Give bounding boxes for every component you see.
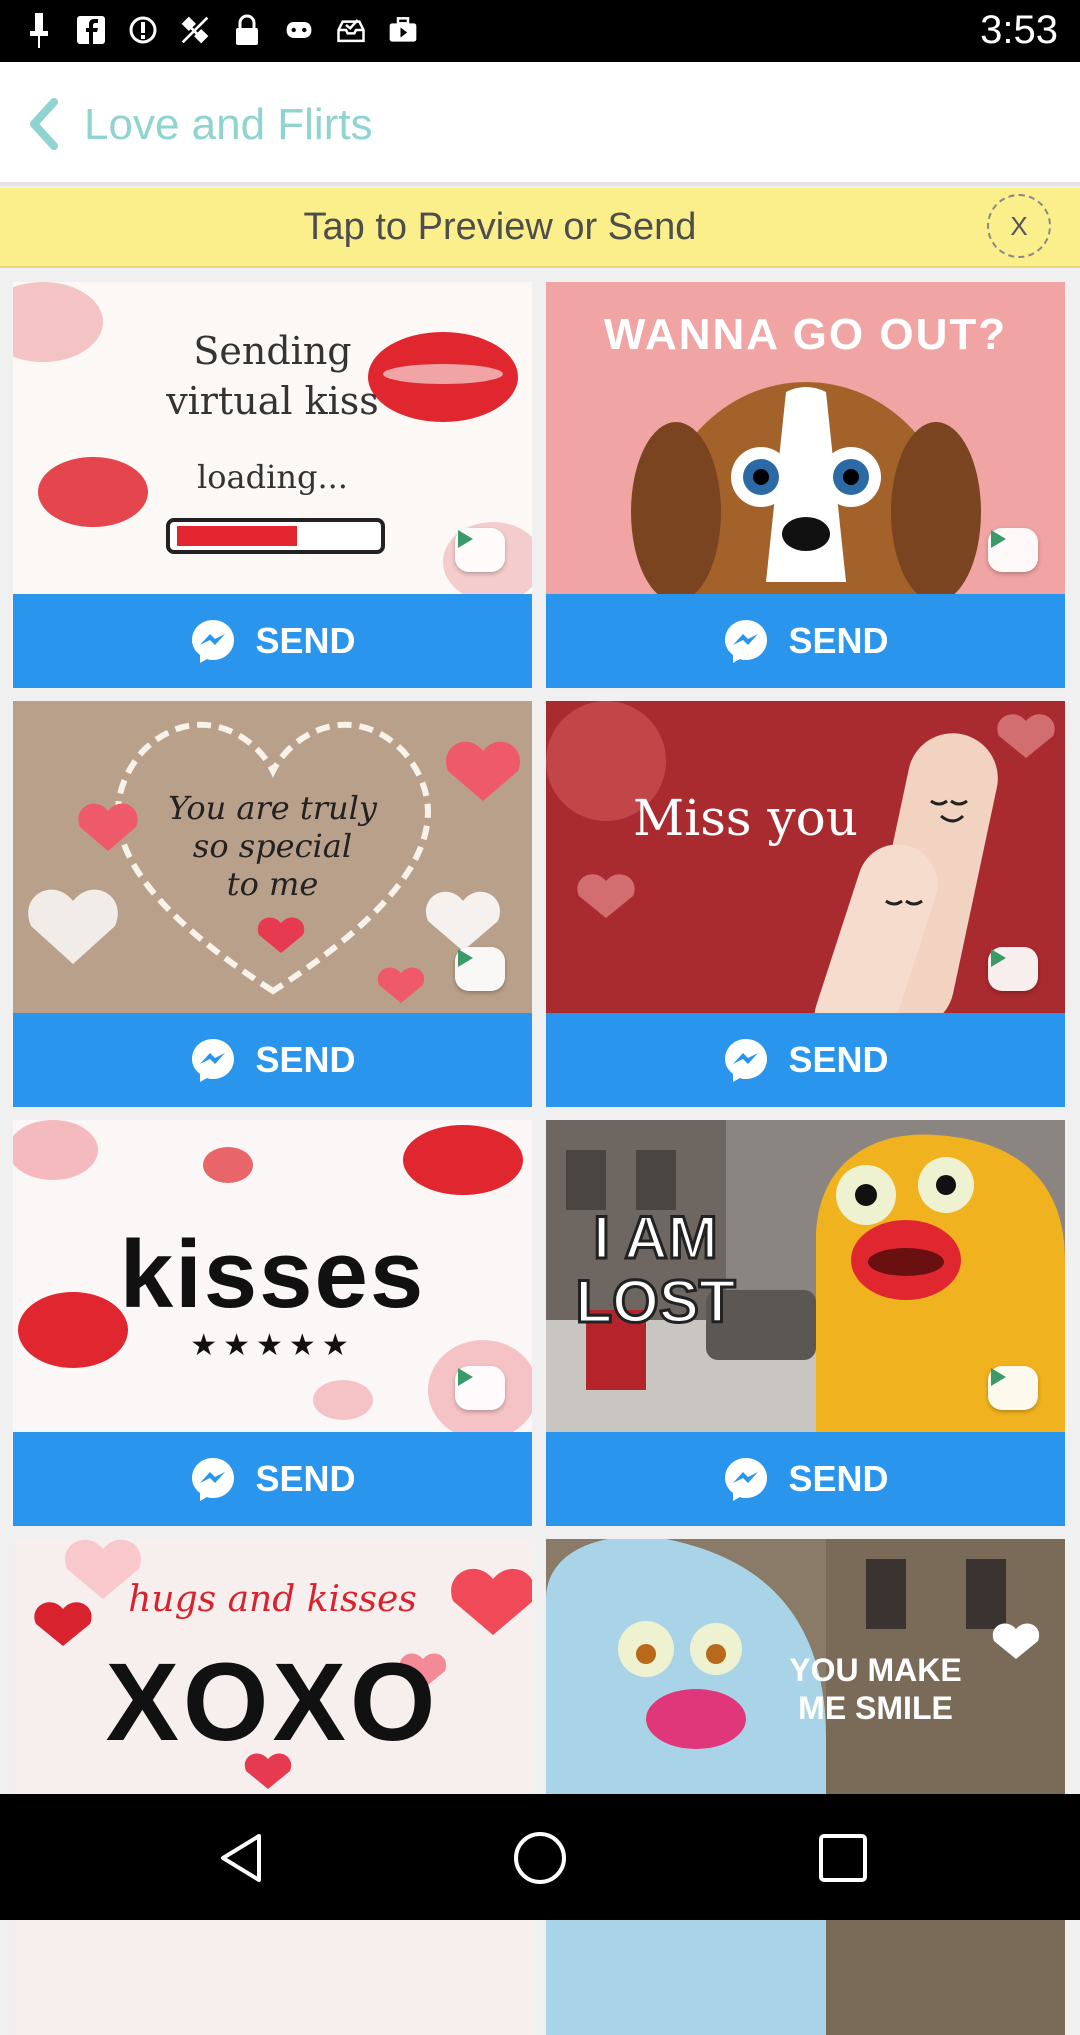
- sticker-text: LOST: [574, 1268, 737, 1335]
- messenger-icon: [725, 1039, 768, 1082]
- send-label: SEND: [255, 620, 356, 661]
- sticker-card: I AM LOST SEND: [546, 1120, 1065, 1526]
- sticker-card: Sending virtual kiss loading... SEND: [13, 282, 532, 688]
- gamepad-icon: [284, 10, 314, 50]
- sticker-text: so special: [192, 827, 353, 865]
- home-circle-icon: [514, 1832, 566, 1884]
- sticker-text: ME SMILE: [798, 1690, 953, 1726]
- facebook-icon: [76, 10, 106, 50]
- sticker-thumbnail[interactable]: YOU MAKE ME SMILE: [546, 1539, 1065, 2035]
- info-icon: [128, 10, 158, 50]
- send-label: SEND: [788, 1039, 889, 1080]
- lock-icon: [232, 10, 262, 50]
- send-button[interactable]: SEND: [546, 594, 1065, 688]
- play-icon: [991, 949, 1006, 967]
- play-button[interactable]: [455, 1366, 505, 1410]
- nav-recents-button[interactable]: [815, 1830, 871, 1886]
- app-bar: Love and Flirts: [0, 62, 1080, 186]
- back-triangle-icon: [221, 1834, 261, 1882]
- play-icon: [458, 949, 473, 967]
- messenger-icon: [192, 1458, 235, 1501]
- send-label: SEND: [788, 1458, 889, 1499]
- messenger-icon: [192, 620, 235, 663]
- sticker-text: WANNA GO OUT?: [603, 310, 1008, 359]
- send-label: SEND: [255, 1458, 356, 1499]
- sticker-thumbnail[interactable]: WANNA GO OUT?: [546, 282, 1065, 594]
- sticker-card: hugs and kisses XOXO: [13, 1539, 532, 2035]
- monster-smile-art: [546, 1539, 1065, 2035]
- play-icon: [458, 1368, 473, 1386]
- sticker-text: to me: [226, 865, 319, 903]
- sticker-text: YOU MAKE: [789, 1652, 962, 1688]
- sticker-card: kisses ★★★★★ SEND: [13, 1120, 532, 1526]
- inbox-check-icon: [336, 10, 366, 50]
- send-label: SEND: [255, 1039, 356, 1080]
- preview-banner: Tap to Preview or Send X: [0, 188, 1080, 268]
- sticker-thumbnail[interactable]: Sending virtual kiss loading...: [13, 282, 532, 594]
- send-button[interactable]: SEND: [13, 1013, 532, 1107]
- sticker-text: virtual kiss: [166, 379, 379, 423]
- play-button[interactable]: [988, 528, 1038, 572]
- sticker-thumbnail[interactable]: hugs and kisses XOXO: [13, 1539, 532, 2035]
- no-gps-icon: [180, 10, 210, 50]
- sticker-text: loading...: [197, 458, 348, 496]
- sticker-card: YOU MAKE ME SMILE: [546, 1539, 1065, 2035]
- sticker-text: Sending: [193, 329, 352, 373]
- sticker-text: You are truly: [168, 789, 377, 827]
- sticker-card: Miss you SEND: [546, 701, 1065, 1107]
- play-icon: [991, 530, 1006, 548]
- back-button[interactable]: [18, 92, 74, 156]
- sticker-card: You are truly so special to me SEND: [13, 701, 532, 1107]
- play-button[interactable]: [455, 947, 505, 991]
- nav-back-button[interactable]: [213, 1830, 269, 1886]
- messenger-icon: [192, 1039, 235, 1082]
- send-button[interactable]: SEND: [546, 1013, 1065, 1107]
- sticker-thumbnail[interactable]: I AM LOST: [546, 1120, 1065, 1432]
- play-icon: [991, 1368, 1006, 1386]
- status-time: 3:53: [980, 8, 1058, 52]
- play-icon: [458, 530, 473, 548]
- send-button[interactable]: SEND: [546, 1432, 1065, 1526]
- play-button[interactable]: [988, 1366, 1038, 1410]
- sticker-thumbnail[interactable]: You are truly so special to me: [13, 701, 532, 1013]
- sticker-text: hugs and kisses: [128, 1579, 417, 1620]
- chevron-left-icon: [30, 98, 58, 150]
- sticker-thumbnail[interactable]: kisses ★★★★★: [13, 1120, 532, 1432]
- play-button[interactable]: [455, 528, 505, 572]
- recents-square-icon: [819, 1834, 867, 1882]
- status-bar: 3:53: [0, 0, 1080, 62]
- sticker-text: ★★★★★: [190, 1329, 355, 1362]
- pin-icon: [24, 10, 54, 50]
- send-label: SEND: [788, 620, 889, 661]
- sticker-thumbnail[interactable]: Miss you: [546, 701, 1065, 1013]
- sticker-text: XOXO: [105, 1641, 440, 1764]
- nav-home-button[interactable]: [512, 1830, 568, 1886]
- page-title: Love and Flirts: [84, 100, 373, 149]
- messenger-icon: [725, 620, 768, 663]
- close-banner-button[interactable]: X: [987, 194, 1051, 258]
- sticker-text: I AM: [592, 1204, 719, 1271]
- system-nav-bar: [0, 1794, 1080, 1920]
- send-button[interactable]: SEND: [13, 1432, 532, 1526]
- send-button[interactable]: SEND: [13, 594, 532, 688]
- sticker-grid: Sending virtual kiss loading... SEND WAN…: [13, 282, 1067, 2035]
- sticker-text: kisses: [119, 1221, 426, 1328]
- sticker-card: WANNA GO OUT? SEND: [546, 282, 1065, 688]
- messenger-icon: [725, 1458, 768, 1501]
- play-button[interactable]: [988, 947, 1038, 991]
- banner-text: Tap to Preview or Send: [303, 206, 697, 248]
- briefcase-play-icon: [388, 10, 418, 50]
- sticker-text: Miss you: [633, 789, 858, 847]
- status-icons: [24, 10, 418, 50]
